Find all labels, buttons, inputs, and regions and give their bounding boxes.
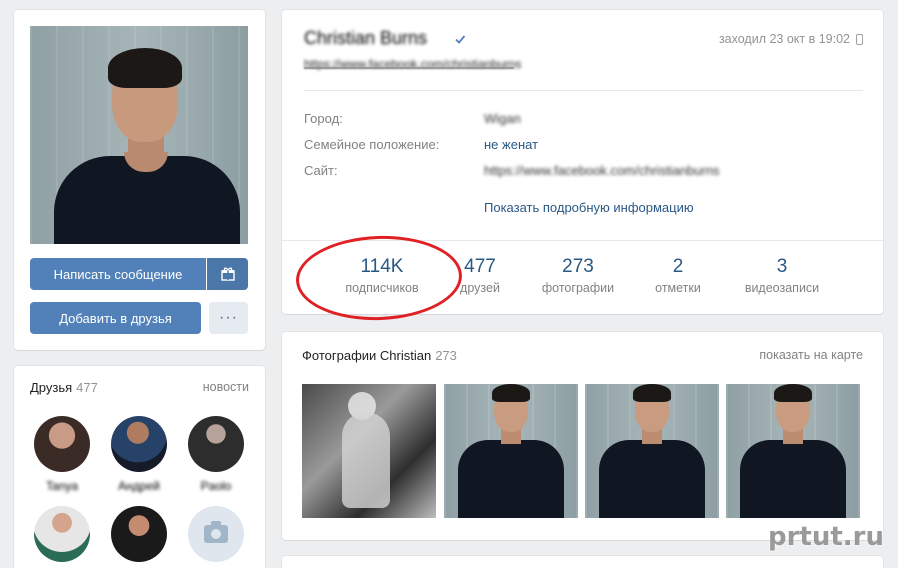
profile-name: Christian Burns bbox=[304, 28, 428, 48]
counter-number: 3 bbox=[776, 256, 788, 277]
friend-name[interactable]: Tanya bbox=[27, 479, 97, 493]
friend-avatar[interactable] bbox=[34, 506, 90, 562]
profile-avatar-card: Написать сообщение Добавить в друзья ··· bbox=[14, 10, 265, 350]
write-message-button[interactable]: Написать сообщение bbox=[30, 258, 206, 290]
friend-avatar[interactable] bbox=[111, 506, 167, 562]
friends-news-link[interactable]: новости bbox=[203, 380, 249, 394]
friends-title[interactable]: Друзья bbox=[30, 380, 72, 395]
watermark: prtut.ru bbox=[767, 522, 884, 552]
counter-label: фотографии bbox=[541, 281, 615, 295]
counter-number: 114K bbox=[360, 256, 404, 277]
friend-avatar[interactable] bbox=[111, 416, 167, 472]
counter-friends[interactable]: 477 друзей bbox=[425, 255, 535, 295]
counter-number: 2 bbox=[672, 256, 684, 277]
add-friend-button[interactable]: Добавить в друзья bbox=[30, 302, 201, 334]
friend-avatar[interactable] bbox=[34, 416, 90, 472]
profile-status-text[interactable]: https://www.facebook.com/christianburns bbox=[304, 57, 521, 71]
info-label-city: Город: bbox=[304, 111, 343, 126]
mobile-phone-icon bbox=[856, 33, 863, 45]
divider bbox=[304, 90, 863, 91]
gift-icon bbox=[220, 267, 235, 281]
profile-status[interactable]: https://www.facebook.com/christianburns bbox=[304, 57, 521, 71]
photos-block: Фотографии Christian 273 показать на карт… bbox=[282, 332, 883, 540]
info-label-site: Сайт: bbox=[304, 163, 338, 178]
profile-photo[interactable] bbox=[30, 26, 248, 244]
photos-title[interactable]: Фотографии Christian bbox=[302, 348, 431, 363]
next-block-card bbox=[282, 556, 883, 568]
counter-label: друзей bbox=[460, 281, 500, 295]
info-value-city[interactable]: Wigan bbox=[484, 111, 521, 126]
info-label-relationship: Семейное положение: bbox=[304, 137, 440, 152]
last-seen: заходил 23 окт в 19:02 bbox=[719, 32, 863, 46]
photos-header: Фотографии Christian 273 показать на карт… bbox=[302, 348, 863, 366]
friends-header[interactable]: Друзья 477 новости bbox=[30, 380, 249, 398]
counter-label: подписчиков bbox=[345, 281, 419, 295]
friends-count: 477 bbox=[76, 380, 98, 395]
counter-number: 273 bbox=[562, 256, 594, 277]
gift-button[interactable] bbox=[207, 258, 248, 290]
counter-label: отметки bbox=[655, 281, 701, 295]
friend-avatar[interactable] bbox=[188, 416, 244, 472]
photo-thumbnail[interactable] bbox=[302, 384, 436, 518]
friend-name[interactable]: Андрей bbox=[104, 479, 174, 493]
counter-videos[interactable]: 3 видеозаписи bbox=[727, 255, 837, 295]
show-on-map-link[interactable]: показать на карте bbox=[759, 348, 863, 362]
photo-thumbnail[interactable] bbox=[726, 384, 860, 518]
photo-thumbnail[interactable] bbox=[585, 384, 719, 518]
last-seen-text: заходил 23 окт в 19:02 bbox=[718, 32, 850, 46]
verified-check-icon bbox=[455, 35, 466, 44]
friends-block: Друзья 477 новости Tanya Андрей Paolo bbox=[14, 366, 265, 568]
photos-count: 273 bbox=[435, 348, 457, 363]
show-more-info-link[interactable]: Показать подробную информацию bbox=[484, 200, 694, 215]
profile-info-card: Christian Burns https://www.facebook.com… bbox=[282, 10, 883, 314]
photo-thumbnail[interactable] bbox=[444, 384, 578, 518]
info-value-relationship[interactable]: не женат bbox=[484, 137, 538, 152]
profile-counters: 114K подписчиков 477 друзей 273 фотограф… bbox=[282, 240, 883, 314]
friend-name[interactable]: Paolo bbox=[181, 479, 251, 493]
counter-number: 477 bbox=[464, 256, 496, 277]
more-actions-button[interactable]: ··· bbox=[209, 302, 248, 334]
camera-icon bbox=[204, 521, 228, 543]
friend-avatar-placeholder[interactable] bbox=[188, 506, 244, 562]
info-value-site[interactable]: https://www.facebook.com/christianburns bbox=[484, 163, 720, 178]
counter-photos[interactable]: 273 фотографии bbox=[523, 255, 633, 295]
counter-label: видеозаписи bbox=[744, 281, 820, 295]
counter-tags[interactable]: 2 отметки bbox=[623, 255, 733, 295]
counter-followers[interactable]: 114K подписчиков bbox=[327, 255, 437, 295]
